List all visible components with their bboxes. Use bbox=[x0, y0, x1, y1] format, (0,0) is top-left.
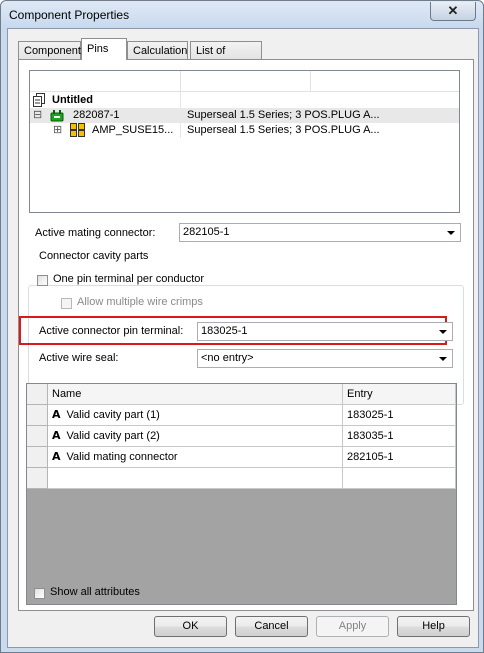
column-header-name[interactable]: Name bbox=[48, 384, 343, 405]
attributes-grid: Name Entry A Valid cavity part (1) 183025… bbox=[26, 383, 457, 605]
connector-icon bbox=[70, 123, 85, 137]
pin-terminal-label: Active connector pin terminal: bbox=[39, 325, 184, 337]
title-bar: Component Properties ✕ bbox=[1, 1, 483, 28]
apply-button[interactable]: Apply bbox=[316, 616, 389, 637]
row-header[interactable] bbox=[27, 405, 48, 426]
grid-header-row: Name Entry bbox=[27, 384, 456, 405]
tree-item-description: Superseal 1.5 Series; 3 POS.PLUG A... bbox=[187, 109, 380, 121]
attribute-name: Valid cavity part (2) bbox=[66, 430, 160, 442]
dialog-window: Component Properties ✕ Component Pins Ca… bbox=[0, 0, 484, 653]
row-header[interactable] bbox=[27, 447, 48, 468]
dropdown-arrow-icon bbox=[447, 231, 455, 235]
one-pin-terminal-checkbox[interactable] bbox=[37, 275, 48, 286]
pins-tab-panel: Untitled ⊟ 282087-1 Superseal 1.5 Series… bbox=[18, 59, 474, 611]
active-mating-connector-label: Active mating connector: bbox=[35, 227, 156, 239]
dropdown-arrow-icon bbox=[439, 357, 447, 361]
tree-item-name: AMP_SUSE15... bbox=[92, 124, 174, 136]
tree-row[interactable]: ⊞ AMP_SUSE15... Superseal 1.5 Series; 3 … bbox=[30, 123, 459, 138]
wire-seal-label: Active wire seal: bbox=[39, 352, 119, 364]
pin-terminal-select[interactable]: 183025-1 bbox=[197, 322, 453, 341]
attribute-entry-cell[interactable]: 282105-1 bbox=[343, 447, 456, 468]
ok-button[interactable]: OK bbox=[154, 616, 227, 637]
tree-item-name: 282087-1 bbox=[73, 109, 120, 121]
tree-row[interactable]: ⊟ 282087-1 Superseal 1.5 Series; 3 POS.P… bbox=[30, 108, 459, 123]
tab-label: Component bbox=[24, 45, 81, 57]
attribute-entry-cell[interactable] bbox=[343, 468, 456, 489]
attribute-entry-cell[interactable]: 183025-1 bbox=[343, 405, 456, 426]
attribute-name-cell[interactable]: A Valid cavity part (1) bbox=[48, 405, 343, 426]
tab-label: Calculation bbox=[133, 45, 188, 57]
select-value: 183025-1 bbox=[201, 325, 248, 337]
wire-seal-select[interactable]: <no entry> bbox=[197, 349, 453, 368]
group-legend: Connector cavity parts bbox=[36, 250, 152, 262]
tree-root-label: Untitled bbox=[52, 94, 93, 106]
document-icon bbox=[33, 93, 45, 107]
allow-multiple-crimps-label: Allow multiple wire crimps bbox=[77, 296, 203, 308]
attribute-name-cell[interactable]: A Valid cavity part (2) bbox=[48, 426, 343, 447]
active-mating-connector-select[interactable]: 282105-1 bbox=[179, 223, 461, 242]
pin-tree-view[interactable]: Untitled ⊟ 282087-1 Superseal 1.5 Series… bbox=[29, 70, 460, 213]
attribute-name-cell[interactable]: A Valid mating connector bbox=[48, 447, 343, 468]
window-title: Component Properties bbox=[9, 8, 130, 22]
close-button[interactable]: ✕ bbox=[430, 2, 476, 21]
table-row[interactable]: A Valid cavity part (1) 183025-1 bbox=[27, 405, 456, 426]
allow-multiple-crimps-checkbox[interactable] bbox=[61, 298, 72, 309]
attribute-name: Valid mating connector bbox=[66, 451, 178, 463]
header-divider bbox=[180, 71, 181, 91]
table-row[interactable]: A Valid mating connector 282105-1 bbox=[27, 447, 456, 468]
table-row[interactable]: A Valid cavity part (2) 183035-1 bbox=[27, 426, 456, 447]
attribute-name: Valid cavity part (1) bbox=[66, 409, 160, 421]
attribute-icon: A bbox=[52, 429, 61, 442]
table-row-new[interactable] bbox=[27, 468, 456, 489]
attribute-entry-cell[interactable]: 183035-1 bbox=[343, 426, 456, 447]
collapse-icon[interactable]: ⊟ bbox=[33, 108, 42, 123]
attribute-icon: A bbox=[52, 408, 61, 421]
row-header[interactable] bbox=[27, 468, 48, 489]
row-header[interactable] bbox=[27, 426, 48, 447]
dialog-client: Component Pins Calculation List of Value… bbox=[7, 28, 479, 648]
help-button[interactable]: Help bbox=[397, 616, 470, 637]
tab-pins[interactable]: Pins bbox=[81, 38, 127, 60]
one-pin-terminal-label: One pin terminal per conductor bbox=[53, 273, 205, 285]
dropdown-arrow-icon bbox=[439, 330, 447, 334]
select-value: 282105-1 bbox=[183, 226, 230, 238]
tab-label: Pins bbox=[87, 43, 109, 55]
attribute-name-cell[interactable] bbox=[48, 468, 343, 489]
row-header bbox=[27, 384, 48, 405]
expand-icon[interactable]: ⊞ bbox=[53, 123, 62, 138]
tab-calculation[interactable]: Calculation bbox=[127, 41, 188, 59]
tree-item-description: Superseal 1.5 Series; 3 POS.PLUG A... bbox=[187, 124, 380, 136]
plug-icon bbox=[50, 110, 64, 122]
tree-root-row[interactable]: Untitled bbox=[30, 93, 459, 108]
tree-header bbox=[30, 71, 459, 92]
header-divider bbox=[310, 71, 311, 91]
tab-component[interactable]: Component bbox=[18, 41, 81, 59]
tab-list-of-values[interactable]: List of Values bbox=[190, 41, 262, 75]
show-all-attributes-checkbox[interactable] bbox=[34, 588, 45, 599]
cancel-button[interactable]: Cancel bbox=[235, 616, 308, 637]
close-icon: ✕ bbox=[447, 3, 459, 18]
select-value: <no entry> bbox=[201, 352, 254, 364]
show-all-attributes-label: Show all attributes bbox=[50, 586, 140, 598]
column-header-entry[interactable]: Entry bbox=[343, 384, 456, 405]
attribute-icon: A bbox=[52, 450, 61, 463]
